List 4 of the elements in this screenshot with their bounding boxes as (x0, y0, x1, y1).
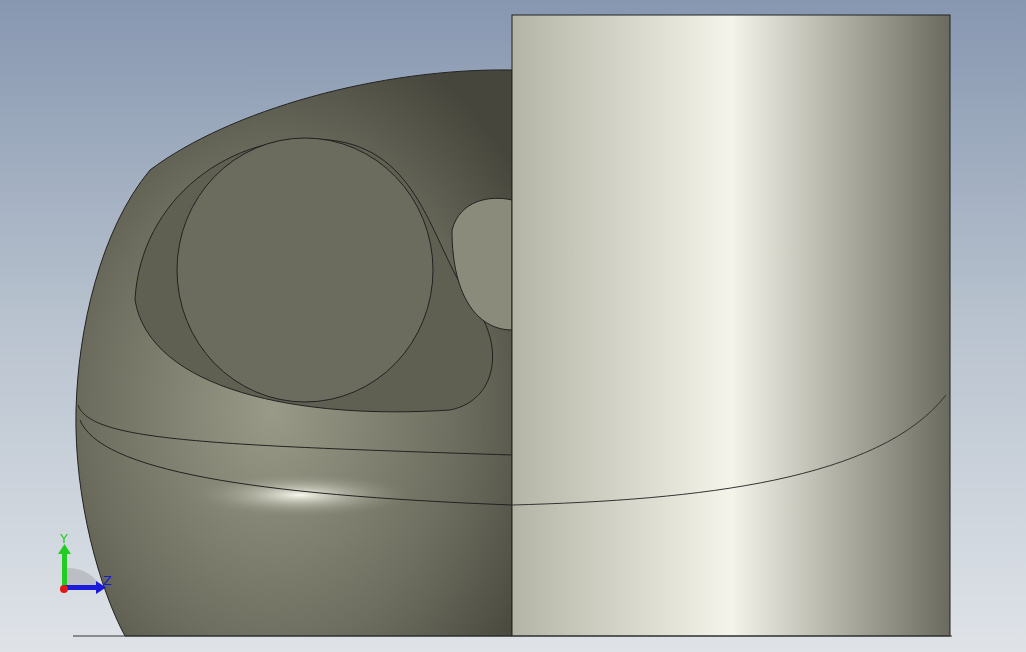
axis-label: Y (60, 532, 68, 545)
origin-dot-icon (60, 585, 68, 593)
cad-viewport[interactable]: Y Z (0, 0, 1026, 652)
axis-label: Z (103, 574, 112, 587)
